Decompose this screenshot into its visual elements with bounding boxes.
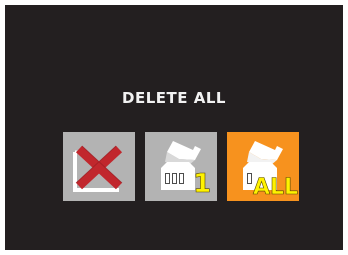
memory-card-all-icon: ALL bbox=[243, 141, 298, 200]
dialog-title: DELETE ALL bbox=[122, 89, 226, 107]
delete-all-option[interactable]: ALL bbox=[227, 132, 299, 201]
delete-all-label: ALL bbox=[253, 175, 298, 200]
delete-one-label: 1 bbox=[193, 169, 211, 199]
delete-one-option[interactable]: 1 bbox=[145, 132, 217, 201]
camera-menu-screen: DELETE ALL 1 ALL bbox=[5, 5, 343, 250]
cancel-x-icon bbox=[73, 145, 123, 192]
memory-card-one-icon: 1 bbox=[161, 141, 211, 199]
cancel-option[interactable] bbox=[63, 132, 135, 201]
